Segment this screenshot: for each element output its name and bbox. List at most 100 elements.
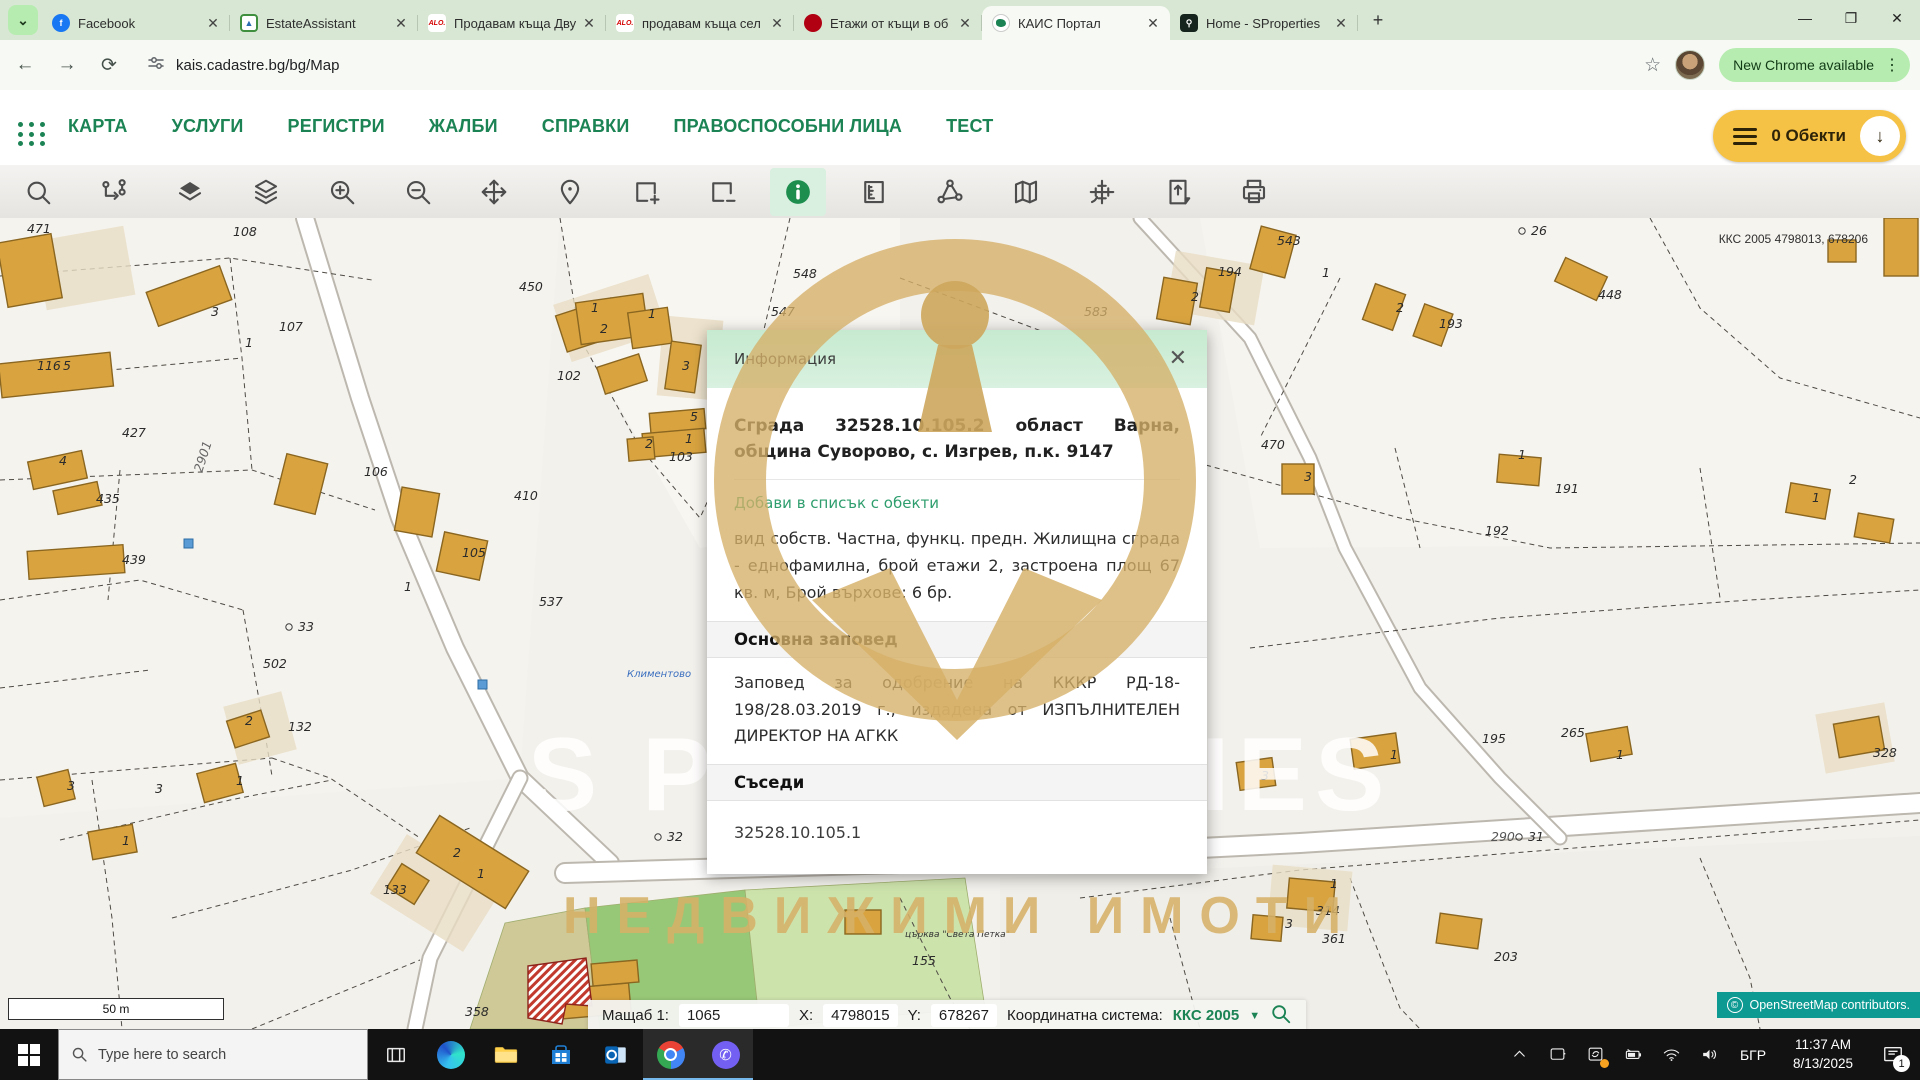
nav-item-7[interactable]: ТЕСТ [946,116,993,137]
tab-close-icon[interactable]: ✕ [392,14,410,32]
chrome-app-icon[interactable] [643,1029,698,1080]
map-status-bar: Мащаб 1: 1065 X: 4798015 Y: 678267 Коорд… [588,1000,1306,1031]
update-status-icon[interactable] [1578,1029,1612,1080]
map-label: 2 [1849,472,1857,487]
hidden-icons-chevron[interactable] [1502,1029,1536,1080]
back-button[interactable]: ← [8,48,42,82]
profile-avatar[interactable] [1675,50,1705,80]
scale-input[interactable]: 1065 [679,1004,789,1027]
browser-menu-icon[interactable]: ⋮ [1884,55,1900,75]
map-label: 191 [1555,481,1579,496]
forward-button[interactable]: → [50,48,84,82]
objects-download-icon[interactable]: ↓ [1860,116,1900,156]
language-indicator[interactable]: БГР [1730,1047,1776,1063]
topology-tool-icon[interactable] [922,168,978,216]
tab-close-icon[interactable]: ✕ [1144,14,1162,32]
window-close-button[interactable]: ✕ [1874,0,1920,36]
sproperties-favicon: ⚲ [1180,14,1198,32]
notification-badge: 1 [1893,1055,1910,1072]
measure-tool-icon[interactable] [846,168,902,216]
tab-title: КАИС Портал [1018,16,1144,31]
start-button[interactable] [0,1029,58,1080]
route-nodes-tool-icon[interactable] [86,168,142,216]
browser-tab-2[interactable]: ▲EstateAssistant✕ [230,6,418,40]
tab-search-button[interactable]: ⌄ [8,5,38,35]
browser-tab-6[interactable]: КАИС Портал✕ [982,6,1170,40]
info-dialog-header[interactable]: Информация ✕ [707,330,1207,388]
wifi-icon[interactable] [1654,1029,1688,1080]
coord-system-dropdown-icon[interactable]: ▼ [1249,1010,1260,1022]
taskbar-clock[interactable]: 11:37 AM 8/13/2025 [1780,1036,1866,1072]
nav-item-2[interactable]: УСЛУГИ [172,116,244,137]
clock-date: 8/13/2025 [1780,1055,1866,1073]
edge-app-icon[interactable] [423,1029,478,1080]
tab-close-icon[interactable]: ✕ [956,14,974,32]
objects-list-button[interactable]: 0 Обекти ↓ [1713,110,1906,162]
browser-tab-strip: ⌄ fFacebook✕▲EstateAssistant✕ALO.Продава… [0,0,1920,40]
tab-close-icon[interactable]: ✕ [204,14,222,32]
nav-item-1[interactable]: КАРТА [68,116,128,137]
cadastre-map[interactable]: 4711081073111654501102427443529011064101… [0,218,1920,1029]
map-label: 265 [1561,725,1585,740]
layer-tool-icon[interactable] [162,168,218,216]
select-add-tool-icon[interactable] [618,168,674,216]
nav-item-3[interactable]: РЕГИСТРИ [288,116,385,137]
tab-close-icon[interactable]: ✕ [1332,14,1350,32]
map-label: 132 [288,719,312,734]
add-to-objects-link[interactable]: Добави в списък с обекти [707,494,1207,512]
apps-grid-icon[interactable] [18,122,48,148]
task-view-button[interactable] [368,1029,423,1080]
site-settings-icon[interactable] [148,55,164,75]
map-label: 328 [1873,745,1897,760]
taskbar-search-box[interactable]: Type here to search [58,1029,368,1080]
osm-attribution[interactable]: © OpenStreetMap contributors. [1717,992,1920,1018]
layers-stack-tool-icon[interactable] [238,168,294,216]
map-label: 1 [245,335,253,350]
map-toolbar [0,165,1920,218]
coordinate-search-icon[interactable] [1270,1003,1292,1029]
new-chrome-button[interactable]: New Chrome available ⋮ [1719,48,1910,82]
coord-system-value[interactable]: ККС 2005 [1173,1007,1239,1024]
tab-close-icon[interactable]: ✕ [768,14,786,32]
pan-tool-icon[interactable] [466,168,522,216]
tablet-mode-icon[interactable] [1540,1029,1574,1080]
dialog-close-icon[interactable]: ✕ [1169,348,1187,370]
map-sheet-tool-icon[interactable] [998,168,1054,216]
window-minimize-button[interactable]: — [1782,0,1828,36]
export-tool-icon[interactable] [1150,168,1206,216]
browser-tab-1[interactable]: fFacebook✕ [42,6,230,40]
zoom-in-tool-icon[interactable] [314,168,370,216]
file-explorer-app-icon[interactable] [478,1029,533,1080]
search-tool-icon[interactable] [10,168,66,216]
browser-tab-3[interactable]: ALO.Продавам къща Дву✕ [418,6,606,40]
action-center-button[interactable]: 1 [1870,1029,1916,1080]
browser-tab-4[interactable]: ALO.продавам къща сел✕ [606,6,794,40]
map-label: 195 [1482,731,1506,746]
store-app-icon[interactable] [533,1029,588,1080]
outlook-app-icon[interactable] [588,1029,643,1080]
zoom-out-tool-icon[interactable] [390,168,446,216]
select-remove-tool-icon[interactable] [694,168,750,216]
window-maximize-button[interactable]: ❐ [1828,0,1874,36]
browser-tab-7[interactable]: ⚲Home - SProperties✕ [1170,6,1358,40]
dialog-title: Информация [734,350,836,368]
browser-tab-5[interactable]: Етажи от къщи в об✕ [794,6,982,40]
bookmark-star-icon[interactable]: ☆ [1644,54,1661,77]
viber-app-icon[interactable]: ✆ [698,1029,753,1080]
nav-item-4[interactable]: ЖАЛБИ [429,116,498,137]
volume-icon[interactable] [1692,1029,1726,1080]
print-tool-icon[interactable] [1226,168,1282,216]
info-tool-icon[interactable] [770,168,826,216]
nav-item-5[interactable]: СПРАВКИ [542,116,630,137]
new-tab-button[interactable]: + [1364,6,1392,34]
nav-item-6[interactable]: ПРАВОСПОСОБНИ ЛИЦА [673,116,902,137]
battery-icon[interactable] [1616,1029,1650,1080]
axes-tool-icon[interactable] [1074,168,1130,216]
reload-button[interactable]: ⟳ [92,48,126,82]
map-label: 102 [557,368,581,383]
tab-close-icon[interactable]: ✕ [580,14,598,32]
tab-title: Facebook [78,16,204,31]
neighbor-item[interactable]: 32528.10.105.1 [707,813,1207,864]
url-field[interactable]: kais.cadastre.bg/bg/Map [134,48,1284,82]
location-pin-tool-icon[interactable] [542,168,598,216]
